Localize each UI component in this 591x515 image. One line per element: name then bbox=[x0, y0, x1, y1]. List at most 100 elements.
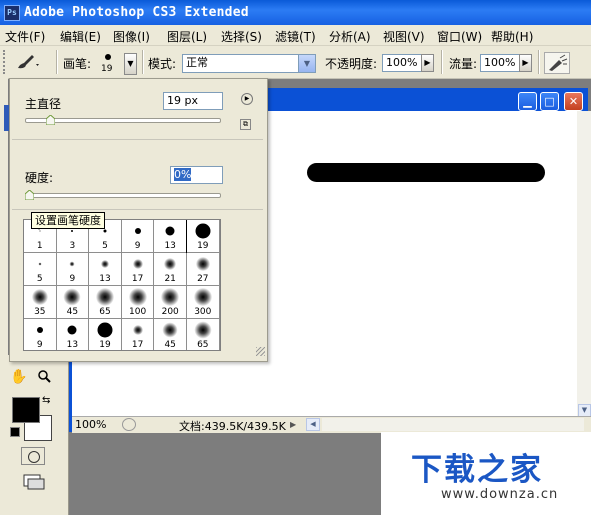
flow-input[interactable]: 100% bbox=[480, 54, 520, 72]
brush-size-value: 19 bbox=[101, 64, 113, 74]
opacity-label: 不透明度: bbox=[325, 57, 378, 71]
flow-slider-button[interactable]: ▶ bbox=[519, 54, 532, 72]
foreground-color-swatch[interactable] bbox=[12, 397, 40, 423]
brush-size-label: 100 bbox=[129, 307, 147, 317]
menu-edit[interactable]: 编辑(E) bbox=[60, 28, 101, 45]
hardness-input[interactable]: 0% bbox=[170, 166, 223, 184]
zoom-level[interactable]: 100% bbox=[75, 418, 106, 431]
airbrush-toggle[interactable] bbox=[544, 52, 570, 74]
brush-preset-16[interactable]: 200 bbox=[154, 286, 187, 319]
brush-preset-5[interactable]: 19 bbox=[186, 220, 220, 254]
brush-size-label: 21 bbox=[164, 274, 176, 284]
app-title-bar: Ps Adobe Photoshop CS3 Extended bbox=[0, 0, 591, 25]
brush-tip-icon bbox=[132, 325, 143, 335]
brush-stroke bbox=[307, 163, 545, 182]
create-preset-button[interactable]: ⧉ bbox=[240, 119, 251, 130]
menu-view[interactable]: 视图(V) bbox=[383, 28, 425, 45]
brush-size-label: 19 bbox=[197, 241, 209, 251]
horizontal-scrollbar[interactable] bbox=[322, 418, 584, 431]
close-button[interactable]: ✕ bbox=[564, 92, 583, 111]
brush-preset-10[interactable]: 21 bbox=[154, 253, 187, 286]
watermark: 下载之家 www.downza.cn bbox=[381, 432, 591, 515]
chevron-down-icon[interactable]: ▼ bbox=[298, 55, 315, 72]
diameter-slider[interactable] bbox=[25, 114, 221, 126]
menu-file[interactable]: 文件(F) bbox=[5, 28, 45, 45]
slider-thumb[interactable] bbox=[45, 114, 56, 126]
brush-size-label: 45 bbox=[164, 340, 176, 350]
brush-tip-icon bbox=[164, 258, 177, 270]
diameter-input[interactable]: 19 px bbox=[163, 92, 223, 110]
grip-handle[interactable] bbox=[3, 50, 11, 74]
brush-tip-icon bbox=[69, 261, 75, 267]
hand-tool-icon[interactable]: ✋ bbox=[10, 369, 28, 385]
brush-preset-12[interactable]: 35 bbox=[24, 286, 57, 319]
tool-preset-picker[interactable] bbox=[14, 52, 40, 72]
zoom-tool-button[interactable] bbox=[36, 369, 54, 385]
brush-preset-21[interactable]: 17 bbox=[121, 319, 155, 350]
menu-filter[interactable]: 滤镜(T) bbox=[275, 28, 316, 45]
brush-tip-icon bbox=[134, 228, 141, 234]
menu-bar: 文件(F) 编辑(E) 图像(I) 图层(L) 选择(S) 滤镜(T) 分析(A… bbox=[0, 25, 591, 46]
menu-help[interactable]: 帮助(H) bbox=[491, 28, 533, 45]
brush-preset-8[interactable]: 13 bbox=[89, 253, 122, 286]
brush-picker-dropdown[interactable]: ▼ bbox=[124, 53, 137, 75]
brush-preset-13[interactable]: 45 bbox=[56, 286, 90, 319]
new-preset-icon: ⧉ bbox=[243, 120, 248, 128]
menu-layer[interactable]: 图层(L) bbox=[167, 28, 207, 45]
brush-preset-19[interactable]: 13 bbox=[56, 319, 90, 350]
brush-preset-17[interactable]: 300 bbox=[187, 286, 220, 319]
brush-preset-15[interactable]: 100 bbox=[121, 286, 155, 319]
brush-label: 画笔: bbox=[63, 57, 92, 71]
scroll-left-icon[interactable]: ◀ bbox=[306, 418, 320, 431]
brush-preset-11[interactable]: 27 bbox=[187, 253, 220, 286]
brush-tip-icon bbox=[95, 288, 114, 306]
brush-preset-3[interactable]: 9 bbox=[121, 220, 155, 253]
swap-colors-icon[interactable]: ⇆ bbox=[42, 395, 50, 406]
brush-preset-7[interactable]: 9 bbox=[56, 253, 90, 286]
brush-tip-icon bbox=[97, 322, 113, 338]
diameter-value: 19 px bbox=[167, 94, 198, 107]
brush-preview[interactable]: 19 bbox=[95, 51, 121, 75]
chevron-right-icon: ▶ bbox=[522, 58, 529, 67]
menu-analysis[interactable]: 分析(A) bbox=[329, 28, 371, 45]
brush-size-label: 19 bbox=[99, 340, 111, 350]
default-colors-icon[interactable] bbox=[10, 427, 20, 437]
brush-preset-14[interactable]: 65 bbox=[89, 286, 122, 319]
preset-scrollbar[interactable]: ▲ ▼ bbox=[220, 219, 221, 349]
brush-preset-9[interactable]: 17 bbox=[121, 253, 155, 286]
vertical-scrollbar[interactable]: ▼ bbox=[577, 111, 591, 418]
resize-grip-icon[interactable] bbox=[256, 347, 265, 356]
hardness-label: 硬度: bbox=[25, 171, 54, 185]
screen-mode-button[interactable] bbox=[21, 471, 47, 491]
divider bbox=[56, 50, 58, 74]
menu-image[interactable]: 图像(I) bbox=[113, 28, 150, 45]
brush-preset-22[interactable]: 45 bbox=[154, 319, 187, 350]
brush-size-label: 3 bbox=[69, 241, 76, 251]
brush-size-label: 45 bbox=[66, 307, 79, 317]
hardness-slider[interactable] bbox=[24, 189, 221, 201]
status-bar: 100% 文档:439.5K/439.5K ▶ ◀ bbox=[72, 416, 591, 433]
panel-menu-button[interactable]: ▶ bbox=[241, 93, 253, 105]
brush-size-label: 17 bbox=[131, 274, 144, 284]
opacity-slider-button[interactable]: ▶ bbox=[421, 54, 434, 72]
slider-thumb[interactable] bbox=[24, 189, 35, 201]
brush-preset-23[interactable]: 65 bbox=[187, 319, 220, 350]
brush-preset-18[interactable]: 9 bbox=[24, 319, 57, 350]
status-arrow-icon[interactable]: ▶ bbox=[290, 418, 300, 431]
tools-panel: ✋ ⇆ bbox=[4, 355, 69, 515]
brush-size-label: 13 bbox=[66, 340, 79, 350]
mode-select[interactable]: 正常 ▼ bbox=[182, 54, 316, 73]
brush-size-label: 17 bbox=[131, 340, 144, 350]
brush-preset-6[interactable]: 5 bbox=[24, 253, 57, 286]
menu-window[interactable]: 窗口(W) bbox=[437, 28, 482, 45]
quick-mask-button[interactable] bbox=[21, 447, 45, 465]
maximize-button[interactable]: □ bbox=[540, 92, 559, 111]
menu-select[interactable]: 选择(S) bbox=[221, 28, 262, 45]
status-menu-icon[interactable] bbox=[122, 418, 136, 431]
brush-preset-20[interactable]: 19 bbox=[89, 319, 122, 350]
brush-preset-4[interactable]: 13 bbox=[154, 220, 187, 253]
brush-size-label: 65 bbox=[197, 340, 209, 350]
minimize-button[interactable]: ▁ bbox=[518, 92, 537, 111]
opacity-input[interactable]: 100% bbox=[382, 54, 422, 72]
brush-tip-icon bbox=[165, 226, 175, 236]
